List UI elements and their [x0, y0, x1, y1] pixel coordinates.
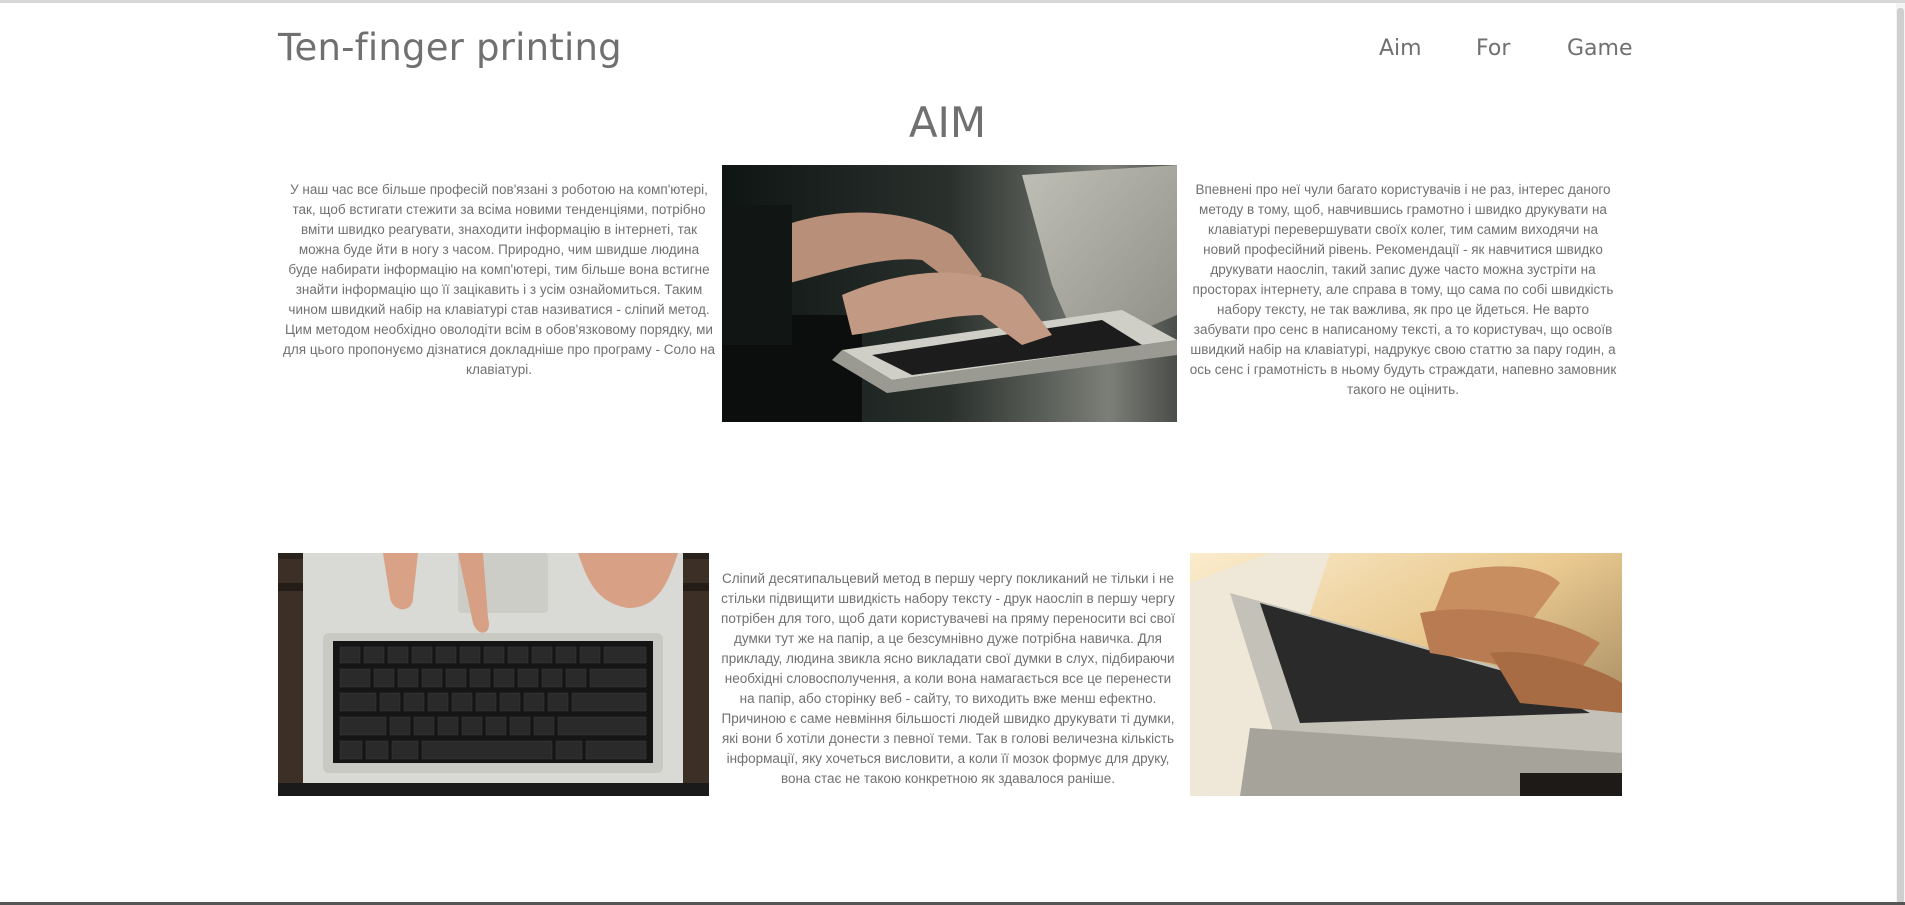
photo-hands-typing-dark — [722, 165, 1177, 422]
nav-link-aim[interactable]: Aim — [1379, 36, 1422, 61]
paragraph-right: Впевнені про неї чули багато користувачі… — [1189, 182, 1617, 397]
nav-link-for[interactable]: For — [1476, 36, 1510, 61]
nav-link-game[interactable]: Game — [1567, 36, 1633, 61]
photo-hands-typing-warm — [1190, 553, 1622, 796]
photo-laptop-top-view — [278, 553, 709, 796]
section-heading-aim: AIM — [908, 98, 987, 147]
paragraph-middle: Сліпий десятипальцевий метод в першу чер… — [721, 571, 1175, 786]
page-scrollbar-track[interactable] — [1896, 3, 1905, 903]
main-nav: Aim For Game — [1370, 36, 1633, 66]
site-title[interactable]: Ten-finger printing — [278, 26, 622, 69]
paragraph-left: У наш час все більше професій пов'язані … — [283, 182, 716, 377]
page-scrollbar-thumb[interactable] — [1897, 8, 1904, 903]
top-border — [0, 0, 1905, 3]
